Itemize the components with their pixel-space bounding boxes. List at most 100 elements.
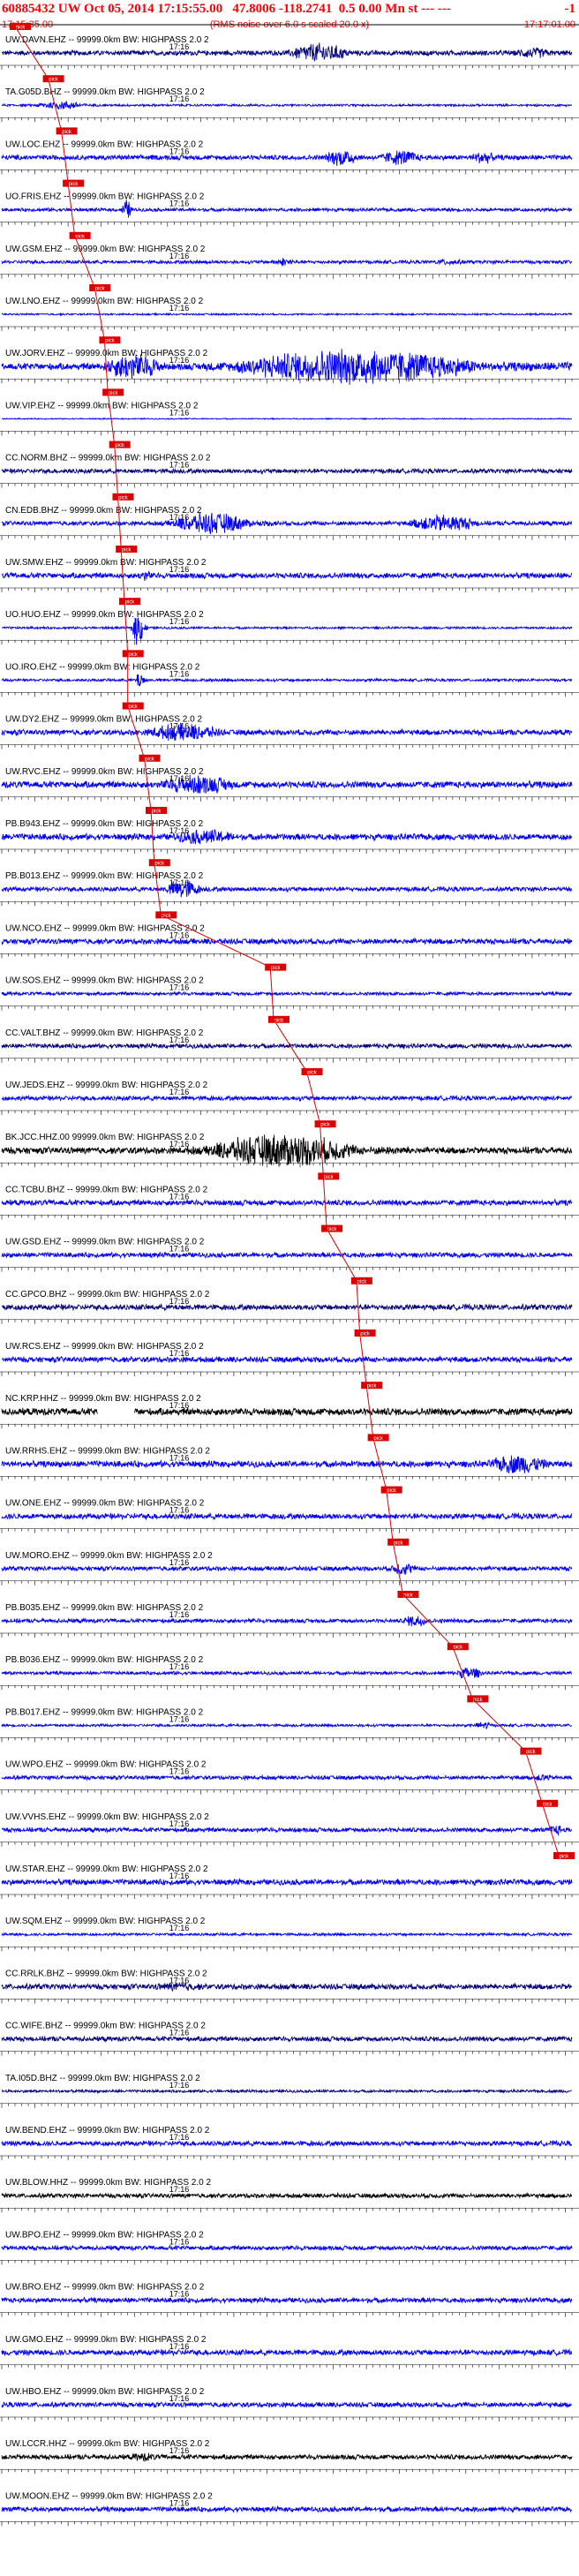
- trace-row: UW.VIP.EHZ -- 99999.0km BW: HIGHPASS 2.0…: [0, 388, 579, 436]
- trace-row: UO.IRO.EHZ -- 99999.0km BW: HIGHPASS 2.0…: [0, 650, 579, 697]
- pick-marker-text: pick: [105, 339, 116, 344]
- waveform-line: [1, 417, 573, 421]
- trace-ticks: [1, 1058, 573, 1063]
- trace-row: UW.VVHS.EHZ -- 99999.0km BW: HIGHPASS 2.…: [0, 1799, 579, 1847]
- time-label: 17:16: [169, 1401, 190, 1410]
- waveform-line: [1, 1667, 573, 1679]
- trace-row: CC.VALT.BHZ -- 99999.0km BW: HIGHPASS 2.…: [0, 1015, 579, 1063]
- trace-row: UW.BRO.EHZ -- 99999.0km BW: HIGHPASS 2.0…: [0, 2283, 579, 2317]
- pick-marker-text: pick: [271, 966, 282, 971]
- pick-marker-text: pick: [75, 234, 86, 239]
- pick-marker-text: pick: [560, 1855, 570, 1860]
- waveform-line: [1, 1721, 573, 1729]
- trace-ticks: [1, 953, 573, 959]
- trace-ticks: [1, 274, 573, 279]
- time-label: 17:16: [169, 42, 190, 51]
- time-label: 17:16: [169, 2394, 190, 2403]
- time-label: 17:16: [169, 1349, 190, 1358]
- trace-ticks: [1, 744, 573, 749]
- trace-row: TA.G05D.BHZ -- 99999.0km BW: HIGHPASS 2.…: [0, 75, 579, 123]
- trace-row: UW.BEND.EHZ -- 99999.0km BW: HIGHPASS 2.…: [0, 2126, 579, 2160]
- pick-marker-text: pick: [109, 391, 119, 396]
- trace-ticks: [1, 1789, 573, 1795]
- time-label: 17:16: [169, 2029, 190, 2037]
- waveform-line: [1, 1303, 573, 1312]
- trace-ticks: [1, 1163, 573, 1168]
- time-label: 17:16: [169, 461, 190, 470]
- time-label: 17:16: [169, 565, 190, 574]
- time-label: 17:16: [169, 878, 190, 887]
- pick-marker-text: pick: [49, 78, 59, 83]
- trace-ticks: [1, 1319, 573, 1324]
- pick-marker-text: pick: [453, 1646, 463, 1651]
- trace-ticks: [1, 588, 573, 592]
- trace-row: UW.MOON.EHZ -- 99999.0km BW: HIGHPASS 2.…: [0, 2491, 579, 2527]
- waveform-line: [1, 100, 573, 110]
- trace-ticks: [1, 2208, 573, 2213]
- time-label: 17:16: [169, 356, 190, 365]
- waveform-line: [1, 1094, 573, 1103]
- waveform-line: [1, 1406, 573, 1417]
- trace-ticks: [1, 2051, 573, 2056]
- trace-row: PB.B943.EHZ -- 99999.0km BW: HIGHPASS 2.…: [0, 807, 579, 854]
- waveform-line: [1, 1931, 573, 1938]
- trace-row: BK.JCC.HHZ.00 99999.0km BW: HIGHPASS 2.0…: [0, 1120, 579, 1168]
- time-label: 17:16: [169, 513, 190, 522]
- pick-marker-text: pick: [128, 704, 139, 710]
- trace-row: UW.RRHS.EHZ -- 99999.0km BW: HIGHPASS 2.…: [0, 1434, 579, 1481]
- pick-marker-text: pick: [115, 443, 125, 448]
- waveform-line: [1, 1251, 573, 1260]
- trace-ticks: [1, 2156, 573, 2160]
- trace-row: UW.GSD.EHZ -- 99999.0km BW: HIGHPASS 2.0…: [0, 1224, 579, 1272]
- pick-marker-text: pick: [526, 1750, 537, 1755]
- trace-row: CN.EDB.BHZ -- 99999.0km BW: HIGHPASS 2.0…: [0, 493, 579, 540]
- time-label: 17:16: [169, 1767, 190, 1776]
- waveform-line: [1, 467, 573, 475]
- trace-ticks: [1, 1424, 573, 1429]
- trace-row: CC.NORM.BHZ -- 99999.0km BW: HIGHPASS 2.…: [0, 441, 579, 488]
- trace-ticks: [1, 65, 573, 70]
- trace-row: UW.SQM.EHZ -- 99999.0km BW: HIGHPASS 2.0…: [0, 1917, 579, 1952]
- time-label: 17:16: [169, 617, 190, 626]
- trace-row: UW.ONE.EHZ -- 99999.0km BW: HIGHPASS 2.0…: [0, 1486, 579, 1533]
- trace-ticks: [1, 379, 573, 384]
- pick-marker-text: pick: [125, 600, 136, 606]
- trace-row: UW.BPO.EHZ -- 99999.0km BW: HIGHPASS 2.0…: [0, 2230, 579, 2265]
- trace-ticks: [1, 1947, 573, 1952]
- waveform-line: [1, 2088, 573, 2095]
- trace-ticks: [1, 1999, 573, 2004]
- trace-row: CC.RRLK.BHZ -- 99999.0km BW: HIGHPASS 2.…: [0, 1969, 579, 2004]
- waveform-line: [1, 258, 573, 267]
- pick-marker-text: pick: [357, 1279, 368, 1284]
- waveform-line: [1, 1354, 573, 1364]
- waveform-line: [1, 990, 573, 998]
- pick-marker-text: pick: [373, 1436, 384, 1442]
- trace-ticks: [1, 2312, 573, 2317]
- trace-row: TA.I05D.BHZ -- 99999.0km BW: HIGHPASS 2.…: [0, 2074, 579, 2108]
- trace-ticks: [1, 2521, 573, 2527]
- trace-row: UW.GSM.EHZ -- 99999.0km BW: HIGHPASS 2.0…: [0, 231, 579, 279]
- trace-row: UW.LCCR.HHZ -- 99999.0km BW: HIGHPASS 2.…: [0, 2439, 579, 2474]
- pick-marker-text: pick: [122, 548, 132, 554]
- trace-ticks: [1, 222, 573, 227]
- waveform-line: [1, 1982, 573, 1992]
- trace-ticks: [1, 2364, 573, 2369]
- trace-ticks: [1, 327, 573, 331]
- trace-row: UW.DY2.EHZ -- 99999.0km BW: HIGHPASS 2.0…: [0, 702, 579, 749]
- trace-ticks: [1, 1633, 573, 1638]
- pick-marker-text: pick: [95, 287, 106, 292]
- time-label: 17:16: [169, 2290, 190, 2299]
- time-label: 17:16: [169, 304, 190, 313]
- time-label: 17:16: [169, 1453, 190, 1462]
- trace-ticks: [1, 431, 573, 436]
- waveform-line: [1, 1616, 573, 1627]
- trace-ticks: [1, 2469, 573, 2474]
- time-label: 17:16: [169, 1872, 190, 1880]
- waveform-line: [1, 2504, 573, 2513]
- pick-marker-text: pick: [128, 652, 139, 658]
- trace-row: UW.JORV.EHZ -- 99999.0km BW: HIGHPASS 2.…: [0, 336, 579, 385]
- trace-row: NC.KRP.HHZ -- 99999.0km BW: HIGHPASS 2.0…: [0, 1382, 579, 1429]
- trace-ticks: [1, 849, 573, 854]
- time-label: 17:16: [169, 2446, 190, 2455]
- pick-marker-text: pick: [360, 1332, 371, 1337]
